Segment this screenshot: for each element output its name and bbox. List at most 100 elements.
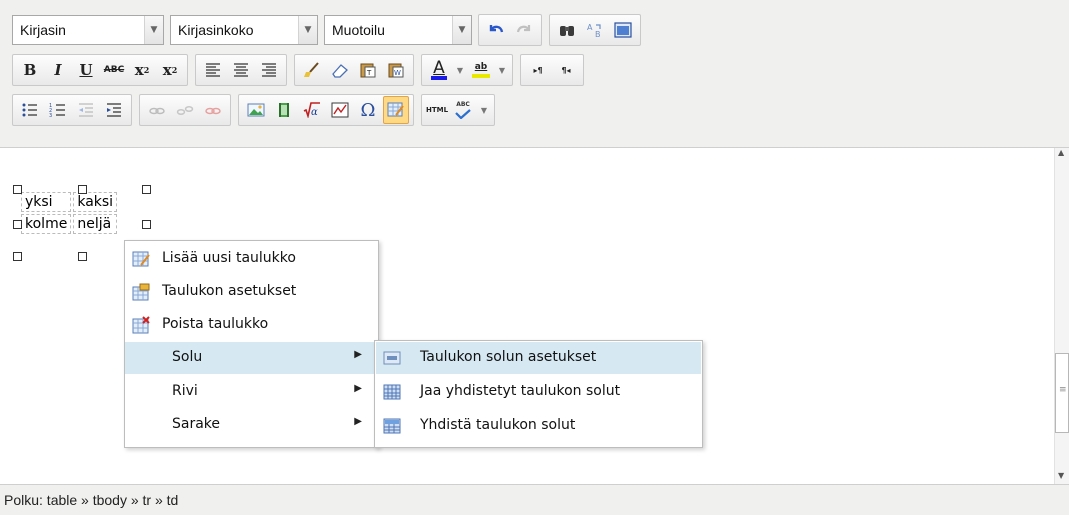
highlight-color-button[interactable]: ab	[468, 56, 494, 84]
svg-text:B: B	[595, 30, 601, 38]
menu-item-insert-table[interactable]: Lisää uusi taulukko	[125, 243, 378, 275]
insert-table-button[interactable]	[383, 96, 409, 124]
direction-group: ▸¶ ¶◂	[520, 54, 584, 86]
highlight-dropdown[interactable]: ▼	[496, 56, 508, 84]
delete-table-icon	[132, 316, 150, 334]
vertical-scrollbar[interactable]: ▲ ≡ ▼	[1054, 148, 1069, 484]
align-left-button[interactable]	[200, 56, 226, 84]
cleanup-button[interactable]	[299, 56, 325, 84]
chevron-down-icon: ▼	[144, 16, 163, 44]
paste-text-button[interactable]: T	[355, 56, 381, 84]
sample-table[interactable]: yksi kaksi kolme neljä	[19, 190, 119, 236]
outdent-icon	[79, 103, 93, 117]
scrollbar-thumb[interactable]: ≡	[1055, 353, 1069, 433]
binoculars-icon	[560, 26, 574, 36]
find-group: AB	[549, 14, 641, 46]
align-center-button[interactable]	[228, 56, 254, 84]
menu-item-table-properties[interactable]: Taulukon asetukset	[125, 276, 378, 308]
svg-text:W: W	[394, 69, 401, 77]
insert-media-button[interactable]	[271, 96, 297, 124]
find-button[interactable]	[554, 16, 580, 44]
unlink-button[interactable]	[172, 96, 198, 124]
element-path[interactable]: Polku: table » tbody » tr » td	[4, 492, 178, 508]
resize-handle[interactable]	[13, 252, 22, 261]
insert-char-button[interactable]: Ω	[355, 96, 381, 124]
insert-image-button[interactable]	[243, 96, 269, 124]
chevron-down-icon: ▼	[298, 16, 317, 44]
table-edit-icon	[387, 102, 404, 117]
highlight-color-bar	[472, 74, 490, 78]
grip-icon: ≡	[1059, 385, 1067, 395]
rtl-button[interactable]: ¶◂	[553, 56, 579, 84]
undo-redo-group	[478, 14, 542, 46]
format-select[interactable]: Muotoilu ▼	[324, 15, 472, 45]
bullet-list-button[interactable]	[17, 96, 43, 124]
remove-format-button[interactable]	[327, 56, 353, 84]
scroll-down-arrow-icon[interactable]: ▼	[1058, 471, 1064, 480]
undo-button[interactable]	[483, 16, 509, 44]
numbered-list-button[interactable]: 123	[45, 96, 71, 124]
subscript-button[interactable]: x2	[129, 56, 155, 84]
replace-icon: AB	[587, 23, 601, 38]
subscript-2: 2	[143, 65, 150, 75]
status-bar: Polku: table » tbody » tr » td	[0, 484, 1069, 515]
resize-handle[interactable]	[142, 220, 151, 229]
resize-handle[interactable]	[13, 220, 22, 229]
checkmark-icon	[455, 109, 471, 119]
menu-item-cell[interactable]: Solu ▶	[125, 342, 378, 374]
insert-chart-button[interactable]	[327, 96, 353, 124]
table-row: yksi kaksi	[21, 192, 118, 212]
rich-text-editor: Kirjasin ▼ Kirjasinkoko ▼ Muotoilu ▼ A B…	[0, 0, 1069, 515]
strikethrough-button[interactable]: ABC	[101, 56, 127, 84]
menu-item-row[interactable]: Rivi ▶	[125, 376, 378, 408]
outdent-button[interactable]	[73, 96, 99, 124]
submenu-arrow-icon: ▶	[354, 349, 362, 360]
link-icon	[149, 107, 165, 115]
table-cell[interactable]: yksi	[21, 192, 72, 212]
submenu-arrow-icon: ▶	[354, 416, 362, 427]
menu-item-cell-properties[interactable]: Taulukon solun asetukset	[376, 342, 701, 374]
scroll-up-arrow-icon[interactable]: ▲	[1058, 148, 1064, 157]
italic-button[interactable]: I	[45, 56, 71, 84]
font-color-dropdown[interactable]: ▼	[454, 56, 466, 84]
font-color-bar	[431, 75, 447, 80]
menu-item-split-cells[interactable]: Jaa yhdistetyt taulukon solut	[376, 376, 701, 408]
font-family-select[interactable]: Kirjasin ▼	[12, 15, 164, 45]
resize-handle[interactable]	[78, 252, 87, 261]
anchor-button[interactable]	[200, 96, 226, 124]
eraser-icon	[332, 64, 348, 78]
table-cell[interactable]: kaksi	[73, 192, 118, 212]
insert-equation-button[interactable]: α	[299, 96, 325, 124]
font-color-button[interactable]: A	[426, 56, 452, 84]
indent-button[interactable]	[101, 96, 127, 124]
ltr-button[interactable]: ▸¶	[525, 56, 551, 84]
table-cell[interactable]: kolme	[21, 214, 72, 234]
link-button[interactable]	[144, 96, 170, 124]
menu-item-column[interactable]: Sarake ▶	[125, 409, 378, 441]
align-right-button[interactable]	[256, 56, 282, 84]
resize-handle[interactable]	[142, 185, 151, 194]
bold-button[interactable]: B	[17, 56, 43, 84]
menu-item-delete-table[interactable]: Poista taulukko	[125, 309, 378, 341]
undo-icon	[489, 25, 504, 33]
spellcheck-button[interactable]: ABC	[450, 96, 476, 124]
menu-item-merge-cells[interactable]: Yhdistä taulukon solut	[376, 410, 701, 442]
redo-button[interactable]	[511, 16, 537, 44]
insert-table-icon	[132, 251, 150, 267]
resize-handle[interactable]	[13, 185, 22, 194]
replace-button[interactable]: AB	[582, 16, 608, 44]
table-cell[interactable]: neljä	[73, 214, 118, 234]
fullscreen-button[interactable]	[610, 16, 636, 44]
fullscreen-icon	[614, 22, 632, 38]
underline-button[interactable]: U	[73, 56, 99, 84]
unlink-icon	[176, 106, 194, 115]
superscript-button[interactable]: x2	[157, 56, 183, 84]
resize-handle[interactable]	[78, 185, 87, 194]
clipboard-group: T W	[294, 54, 414, 86]
toolbar-row-1: Kirjasin ▼ Kirjasinkoko ▼ Muotoilu ▼ A B	[12, 13, 648, 47]
font-size-select[interactable]: Kirjasinkoko ▼	[170, 15, 318, 45]
paste-word-button[interactable]: W	[383, 56, 409, 84]
spellcheck-dropdown[interactable]: ▼	[478, 96, 490, 124]
html-button[interactable]: HTML	[426, 96, 448, 124]
svg-text:A: A	[587, 23, 593, 32]
